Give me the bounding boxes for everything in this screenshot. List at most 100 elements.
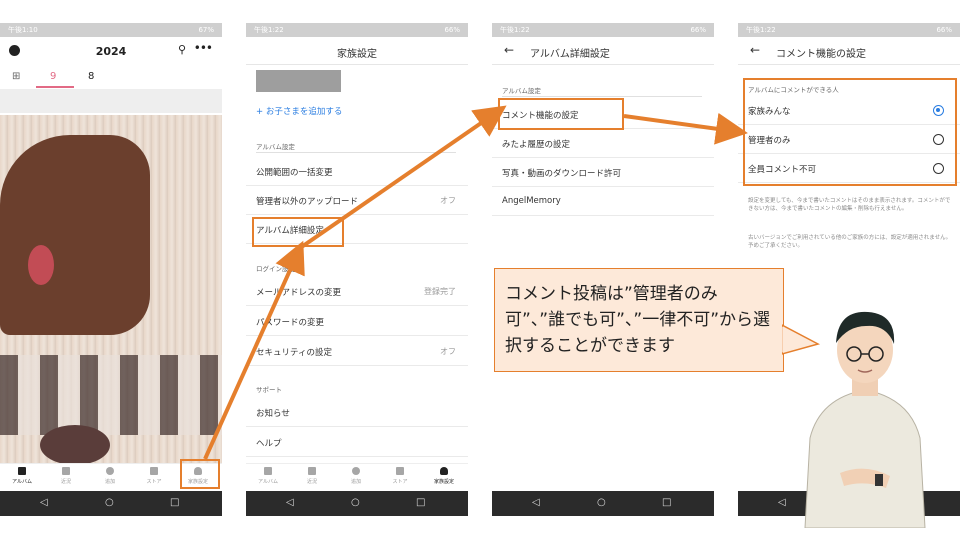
divider [256,152,456,153]
sysnav-back-icon[interactable]: ◁ [286,497,294,509]
row-seen-history[interactable]: みたよ履歴の設定 [492,129,714,158]
album-strip [0,89,222,113]
photo-shape-d [40,425,110,465]
section-album-settings: アルバム設定 [502,87,541,95]
row-help[interactable]: ヘルプ [246,428,468,457]
row-label: ヘルプ [256,439,282,449]
status-bar: 午後1:22 66% [492,23,714,37]
store-icon [396,467,404,475]
album-photo[interactable] [0,115,222,465]
tab-label: 追加 [350,479,361,485]
callout-text: コメント投稿は”管理者のみ可”、”誰でも可”、”一律不可”から選択することができ… [505,284,771,356]
more-icon[interactable]: ••• [194,41,213,55]
tab-news[interactable]: 近況 [46,467,86,485]
album-year-title: 2024 [95,45,127,58]
grid-icon[interactable]: ⊞ [12,71,20,82]
store-icon [150,467,158,475]
status-bar: 午後1:22 66% [246,23,468,37]
tab-news[interactable]: 近況 [292,467,332,485]
highlight-comment-options [743,78,957,186]
back-arrow-icon[interactable]: ← [504,43,514,57]
news-icon [308,467,316,475]
row-label: セキュリティの設定 [256,348,332,358]
status-battery: 66% [690,26,706,34]
status-battery: 66% [936,26,952,34]
highlight-comment-settings [498,98,624,130]
sysnav-back-icon[interactable]: ◁ [40,497,48,509]
search-icon[interactable]: ⚲ [178,43,186,56]
home-icon [18,467,26,475]
status-time: 午後1:22 [746,26,776,34]
sysnav-recent-icon[interactable]: □ [170,497,179,509]
add-icon [106,467,114,475]
news-icon [62,467,70,475]
status-time: 午後1:10 [8,26,38,34]
tab-label: ストア [146,479,162,485]
add-child-link[interactable]: + お子さまを追加する [256,105,342,117]
row-angelmemory[interactable]: AngelMemory [492,187,714,216]
row-value: 登録完了 [424,287,456,296]
tab-store[interactable]: ストア [380,467,420,485]
row-label: AngelMemory [502,196,561,206]
section-login-settings: ログイン設定 [256,265,295,273]
tab-count-a[interactable]: 9 [50,71,56,82]
status-bar: 午後1:10 67% [0,23,222,37]
status-bar: 午後1:22 66% [738,23,960,37]
photo-shape-c [0,355,222,435]
status-battery: 67% [198,26,214,34]
section-album-settings: アルバム設定 [256,143,295,151]
row-security-settings[interactable]: セキュリティの設定 オフ [246,337,468,366]
tab-store[interactable]: ストア [134,467,174,485]
status-time: 午後1:22 [254,26,284,34]
sysnav-recent-icon[interactable]: □ [662,497,671,509]
bottom-tabbar: アルバム 近況 追加 ストア 家族設定 [246,463,468,491]
note-text: 設定を変更しても、今まで書いたコメントはそのまま表示されます。コメントができない… [748,198,951,212]
row-email-change[interactable]: メールアドレスの変更 登録完了 [246,277,468,306]
sysnav-back-icon[interactable]: ◁ [532,497,540,509]
child-avatar-block[interactable] [256,70,341,92]
row-password-change[interactable]: パスワードの変更 [246,307,468,336]
row-upload-non-admin[interactable]: 管理者以外のアップロード オフ [246,186,468,215]
home-icon [264,467,272,475]
section-support: サポート [256,386,282,394]
row-download-permission[interactable]: 写真・動画のダウンロード許可 [492,158,714,187]
tab-label: アルバム [12,479,32,485]
tab-count-b[interactable]: 8 [88,71,94,82]
page-title: 家族設定 [337,49,377,60]
header: 家族設定 [246,37,468,65]
sysnav-home-icon[interactable]: ○ [597,497,606,509]
sysnav-recent-icon[interactable]: □ [416,497,425,509]
page-title: コメント機能の設定 [776,49,866,60]
row-label: 管理者以外のアップロード [256,197,359,207]
system-nav: ◁ ○ □ [492,491,714,516]
tab-add[interactable]: 追加 [90,467,130,485]
tab-label: ストア [392,479,408,485]
tab-family-settings[interactable]: 家族設定 [424,467,464,485]
active-tab-underline [36,86,74,88]
sysnav-home-icon[interactable]: ○ [105,497,114,509]
row-value: オフ [440,196,456,205]
sysnav-home-icon[interactable]: ○ [351,497,360,509]
tab-label: 近況 [306,479,317,485]
status-battery: 66% [444,26,460,34]
row-bulk-visibility[interactable]: 公開範囲の一括変更 [246,157,468,186]
tab-label: アルバム [258,479,278,485]
album-header: 2024 ⚲ ••• [0,37,222,65]
row-value: オフ [440,347,456,356]
row-label: 公開範囲の一括変更 [256,168,333,178]
header: ← アルバム詳細設定 [492,37,714,65]
header: ← コメント機能の設定 [738,37,960,65]
tab-label: 追加 [104,479,115,485]
row-label: みたよ履歴の設定 [502,140,571,150]
sysnav-back-icon[interactable]: ◁ [778,497,786,509]
row-notices[interactable]: お知らせ [246,398,468,427]
tab-add[interactable]: 追加 [336,467,376,485]
photo-shape-a [0,135,150,335]
row-label: パスワードの変更 [256,318,325,328]
note-text: 古いバージョンでご利用されている他のご家族の方には、設定が適用されません。予めご… [748,235,952,249]
tab-album[interactable]: アルバム [248,467,288,485]
album-filter-tabs: ⊞ 9 8 [0,67,222,89]
photo-shape-b [28,245,54,285]
tab-album[interactable]: アルバム [2,467,42,485]
back-arrow-icon[interactable]: ← [750,43,760,57]
